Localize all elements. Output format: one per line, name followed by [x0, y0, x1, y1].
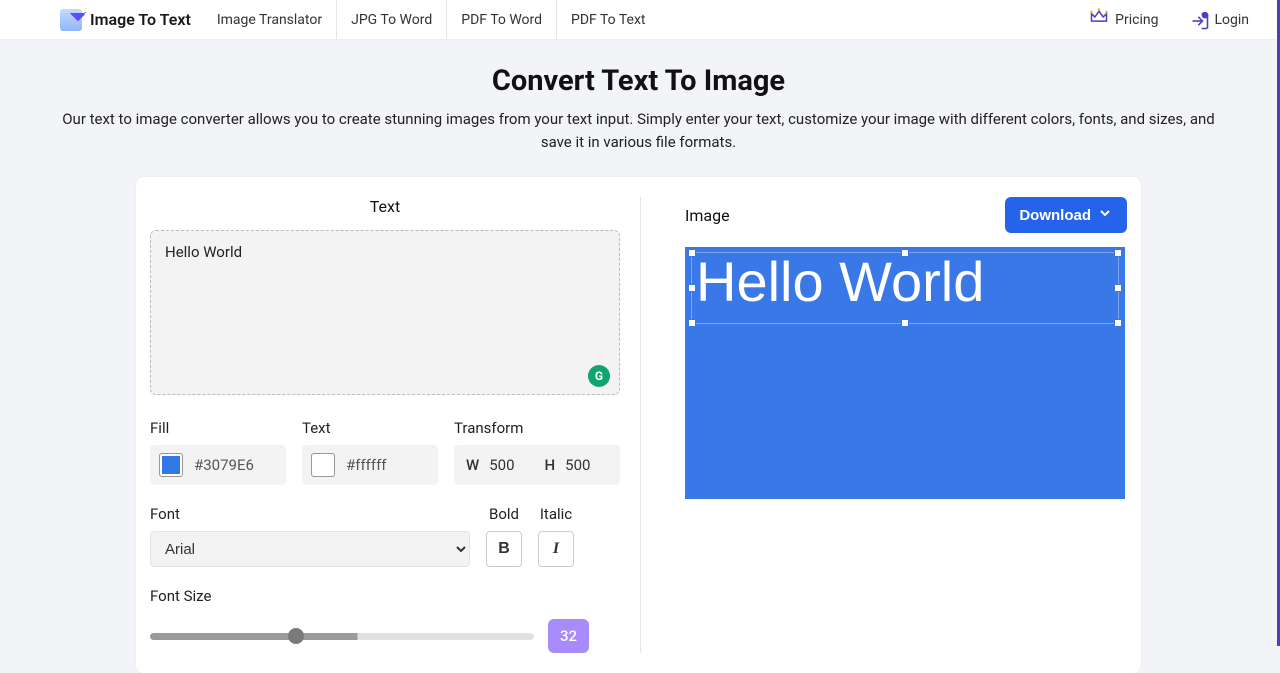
- text-panel-title: Text: [150, 197, 620, 216]
- fontsize-label: Font Size: [150, 587, 620, 605]
- fill-color-input[interactable]: #3079E6: [150, 445, 286, 485]
- resize-handle-mr[interactable]: [1114, 284, 1122, 292]
- pricing-link[interactable]: Pricing: [1077, 0, 1170, 39]
- transform-h: 500: [565, 456, 590, 474]
- download-label: Download: [1019, 207, 1091, 224]
- editor-card: Text G Fill #3079E6 Text #ffffff Transfo…: [136, 177, 1141, 673]
- fill-hex: #3079E6: [194, 456, 254, 474]
- text-hex: #ffffff: [346, 456, 387, 474]
- text-color-input[interactable]: #ffffff: [302, 445, 438, 485]
- nav-link-pdf-to-word[interactable]: PDF To Word: [447, 0, 557, 39]
- page-subtitle: Our text to image converter allows you t…: [59, 108, 1219, 153]
- resize-handle-br[interactable]: [1114, 319, 1122, 327]
- italic-label: Italic: [540, 505, 572, 523]
- resize-handle-tr[interactable]: [1114, 249, 1122, 257]
- italic-button[interactable]: I: [538, 531, 574, 567]
- bold-button[interactable]: B: [486, 531, 522, 567]
- preview-canvas[interactable]: Hello World: [685, 247, 1125, 499]
- text-input[interactable]: [150, 230, 620, 395]
- nav-link-jpg-to-word[interactable]: JPG To Word: [337, 0, 447, 39]
- resize-handle-bm[interactable]: [901, 319, 909, 327]
- logo[interactable]: Image To Text: [60, 9, 191, 31]
- navbar: Image To Text Image Translator JPG To Wo…: [0, 0, 1277, 40]
- logo-text: Image To Text: [90, 10, 191, 29]
- grammarly-icon[interactable]: G: [588, 365, 610, 387]
- text-panel: Text G Fill #3079E6 Text #ffffff Transfo…: [150, 197, 640, 653]
- resize-handle-ml[interactable]: [688, 284, 696, 292]
- transform-w: 500: [489, 456, 514, 474]
- text-swatch-icon: [312, 454, 334, 476]
- page-title: Convert Text To Image: [16, 64, 1261, 98]
- resize-handle-bl[interactable]: [688, 319, 696, 327]
- download-button[interactable]: Download: [1005, 197, 1127, 233]
- image-panel: Image Download Hello World: [640, 197, 1127, 653]
- nav-left: Image To Text Image Translator JPG To Wo…: [60, 0, 659, 39]
- fontsize-slider[interactable]: [150, 633, 534, 640]
- pricing-label: Pricing: [1115, 12, 1158, 28]
- canvas-selection-box[interactable]: Hello World: [691, 252, 1119, 324]
- font-label: Font: [150, 505, 470, 523]
- transform-input[interactable]: W 500 H 500: [454, 445, 620, 485]
- nav-link-image-translator[interactable]: Image Translator: [203, 0, 337, 39]
- transform-label: Transform: [454, 419, 620, 437]
- nav-link-pdf-to-text[interactable]: PDF To Text: [557, 0, 659, 39]
- chevron-down-icon: [1097, 205, 1113, 225]
- image-panel-title: Image: [685, 206, 730, 225]
- font-select[interactable]: Arial: [150, 531, 470, 567]
- canvas-text[interactable]: Hello World: [696, 251, 984, 313]
- text-color-label: Text: [302, 419, 438, 437]
- resize-handle-tm[interactable]: [901, 249, 909, 257]
- fill-label: Fill: [150, 419, 286, 437]
- login-icon: +: [1190, 11, 1208, 29]
- transform-w-label: W: [466, 456, 479, 474]
- hero: Convert Text To Image Our text to image …: [0, 40, 1277, 169]
- resize-handle-tl[interactable]: [688, 249, 696, 257]
- fill-swatch-icon: [160, 454, 182, 476]
- login-label: Login: [1214, 12, 1249, 28]
- fontsize-value: 32: [548, 619, 589, 653]
- transform-h-label: H: [545, 456, 556, 474]
- crown-icon: [1089, 7, 1109, 32]
- login-link[interactable]: + Login: [1178, 0, 1261, 39]
- nav-right: Pricing + Login: [1077, 0, 1261, 39]
- bold-label: Bold: [489, 505, 519, 523]
- logo-icon: [60, 9, 82, 31]
